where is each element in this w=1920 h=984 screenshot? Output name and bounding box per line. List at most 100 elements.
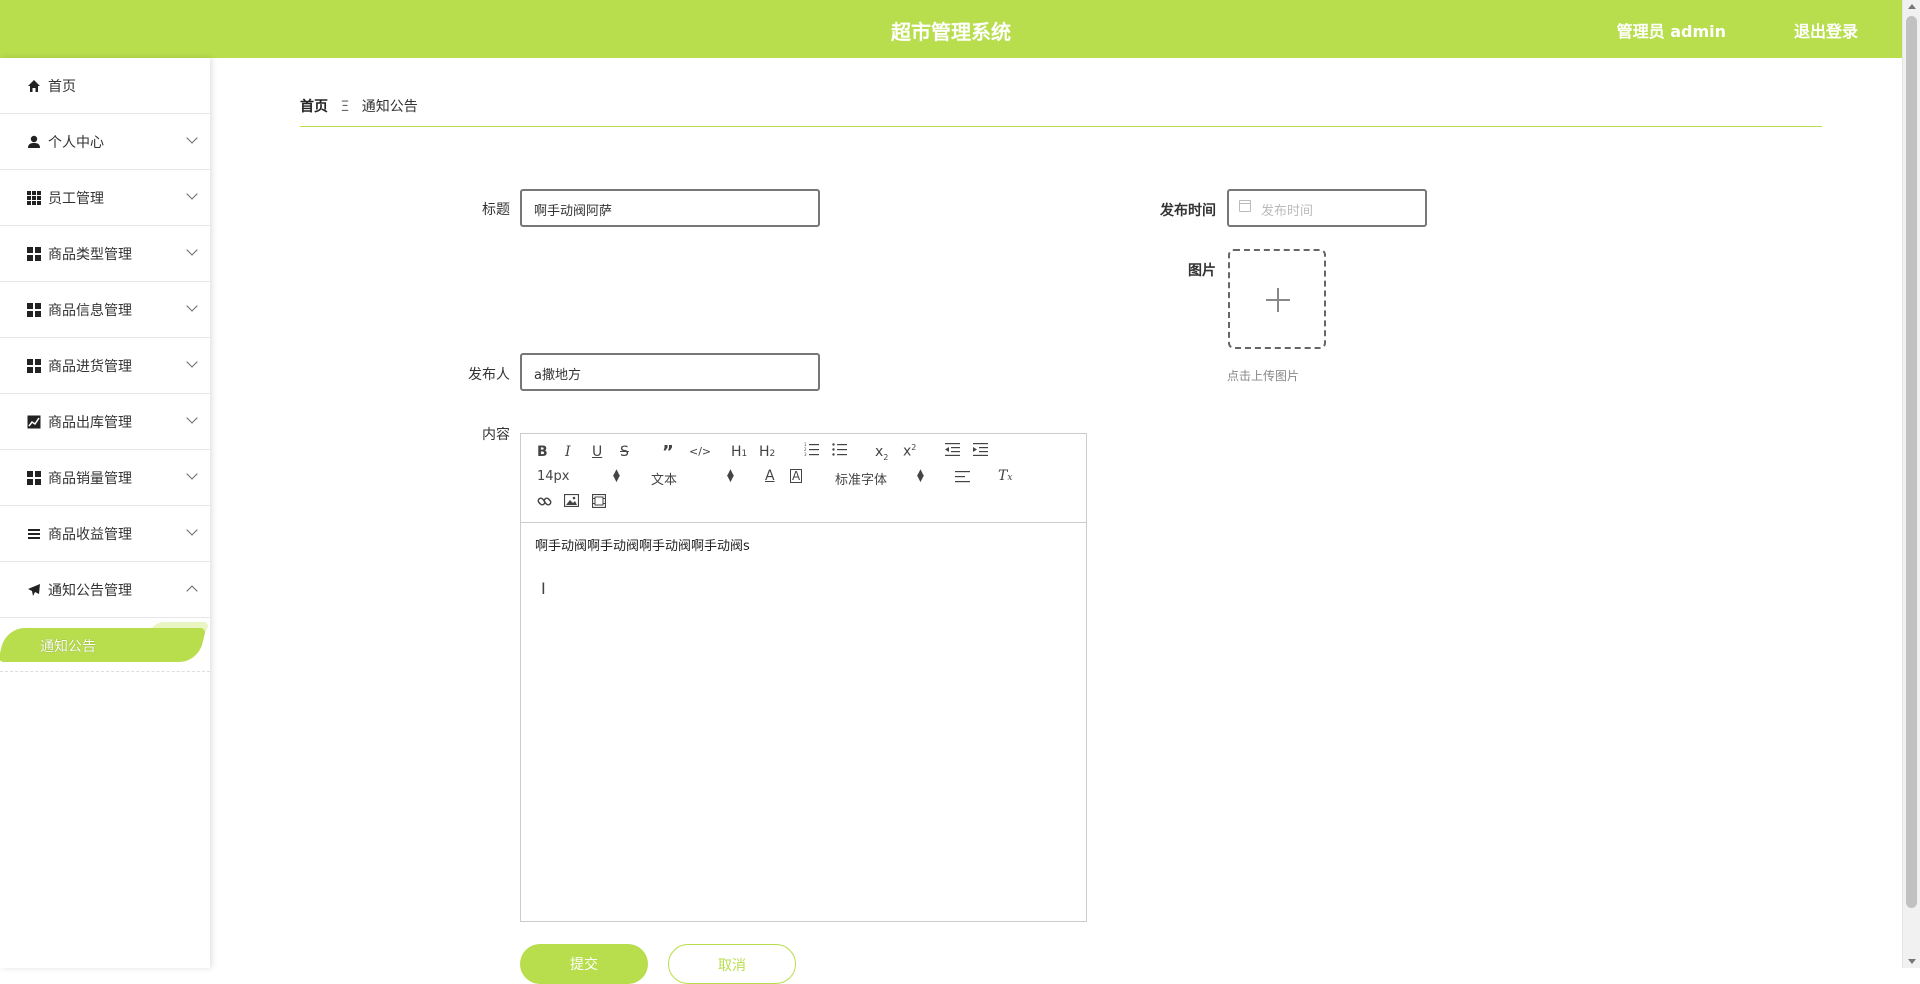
select-arrows-icon: ▲ ▼: [613, 468, 620, 484]
chevron-down-icon: [186, 188, 198, 200]
list-icon: [26, 526, 42, 542]
title-label: 标题: [482, 202, 510, 218]
select-arrows-icon: ▲ ▼: [917, 468, 924, 484]
video-icon[interactable]: [591, 493, 607, 512]
scrollbar-thumb[interactable]: [1906, 16, 1917, 908]
grid4-icon: [26, 302, 42, 318]
background-color-button[interactable]: A: [790, 469, 803, 483]
rich-text-editor: B I U S ” </> H1 H2 123 x2 x2 14px ▲ ▼ 文本…: [520, 433, 1087, 922]
format-select[interactable]: 文本: [651, 469, 677, 488]
sidebar-item-label: 员工管理: [48, 190, 104, 207]
sidebar-item-label: 商品出库管理: [48, 414, 132, 431]
publish-time-input[interactable]: 发布时间: [1227, 189, 1427, 227]
image-upload-box[interactable]: [1228, 249, 1326, 349]
sidebar-item-label: 商品类型管理: [48, 246, 132, 263]
image-icon[interactable]: [563, 493, 580, 511]
subscript-button[interactable]: x2: [875, 444, 888, 462]
top-header: 超市管理系统 管理员 admin 退出登录: [0, 0, 1902, 58]
chart-icon: [26, 414, 42, 430]
scroll-down-icon[interactable]: [1908, 959, 1916, 964]
outdent-icon[interactable]: [945, 443, 960, 460]
grid9-icon: [26, 190, 42, 206]
text-cursor-icon: I: [541, 579, 546, 598]
grid4-icon: [26, 470, 42, 486]
sidebar-item-employees[interactable]: 员工管理: [0, 170, 210, 226]
sidebar: 首页 个人中心 员工管理 商品类型管理 商品信息管理 商品进货管理 商品出库管理: [0, 58, 212, 968]
chevron-up-icon: [186, 585, 198, 597]
sidebar-item-notice-management[interactable]: 通知公告管理: [0, 562, 210, 618]
svg-text:3: 3: [804, 452, 807, 456]
chevron-down-icon: [186, 300, 198, 312]
logout-link[interactable]: 退出登录: [1794, 18, 1858, 42]
bold-button[interactable]: B: [537, 444, 548, 460]
sidebar-item-revenue[interactable]: 商品收益管理: [0, 506, 210, 562]
sidebar-item-label: 商品收益管理: [48, 526, 132, 543]
sidebar-item-label: 个人中心: [48, 134, 104, 151]
sidebar-item-home[interactable]: 首页: [0, 58, 210, 114]
sidebar-item-label: 首页: [48, 78, 76, 95]
breadcrumb-current: 通知公告: [361, 99, 418, 115]
grid4-icon: [26, 246, 42, 262]
home-icon: [26, 78, 42, 94]
font-size-select[interactable]: 14px: [537, 469, 570, 484]
editor-toolbar: B I U S ” </> H1 H2 123 x2 x2 14px ▲ ▼ 文本…: [521, 434, 1086, 523]
blockquote-button[interactable]: ”: [662, 442, 674, 463]
publish-time-placeholder: 发布时间: [1261, 204, 1314, 219]
underline-button[interactable]: U: [592, 444, 602, 460]
sidebar-item-label: 商品销量管理: [48, 470, 132, 487]
ordered-list-icon[interactable]: 123: [804, 442, 819, 460]
publish-time-label: 发布时间: [1160, 203, 1216, 219]
sidebar-item-label: 商品进货管理: [48, 358, 132, 375]
superscript-button[interactable]: x2: [903, 443, 916, 460]
image-label: 图片: [1188, 263, 1216, 279]
admin-user-label: 管理员 admin: [1616, 22, 1726, 41]
sidebar-item-label: 通知公告管理: [48, 582, 132, 599]
sidebar-item-label: 商品信息管理: [48, 302, 132, 319]
breadcrumb-home[interactable]: 首页: [300, 99, 328, 115]
page-scrollbar[interactable]: [1902, 0, 1920, 968]
align-icon[interactable]: [955, 470, 970, 487]
strike-button[interactable]: S: [620, 444, 629, 460]
sidebar-item-personal-center[interactable]: 个人中心: [0, 114, 210, 170]
h1-button[interactable]: H1: [731, 444, 747, 460]
submit-button[interactable]: 提交: [520, 944, 648, 984]
sidebar-subitem-label: 通知公告: [40, 639, 96, 655]
sidebar-item-sales[interactable]: 商品销量管理: [0, 450, 210, 506]
publisher-input[interactable]: a撒地方: [520, 353, 820, 391]
chevron-down-icon: [186, 468, 198, 480]
sidebar-subitem-notice[interactable]: 通知公告: [0, 618, 212, 672]
italic-button[interactable]: I: [565, 444, 571, 460]
grid4-icon: [26, 358, 42, 374]
chevron-down-icon: [186, 356, 198, 368]
indent-icon[interactable]: [973, 443, 988, 460]
content-label: 内容: [482, 427, 510, 443]
h2-button[interactable]: H2: [759, 444, 775, 460]
sidebar-item-purchasing[interactable]: 商品进货管理: [0, 338, 210, 394]
chevron-down-icon: [186, 132, 198, 144]
breadcrumb: 首页 Ξ 通知公告: [300, 96, 418, 116]
send-icon: [26, 582, 42, 598]
chevron-down-icon: [186, 524, 198, 536]
sidebar-item-product-types[interactable]: 商品类型管理: [0, 226, 210, 282]
clear-format-button[interactable]: Tx: [998, 468, 1012, 484]
sidebar-item-outbound[interactable]: 商品出库管理: [0, 394, 210, 450]
sidebar-item-product-info[interactable]: 商品信息管理: [0, 282, 210, 338]
cancel-button[interactable]: 取消: [668, 944, 796, 984]
chevron-down-icon: [186, 244, 198, 256]
scroll-up-icon[interactable]: [1908, 4, 1916, 9]
bullet-list-icon[interactable]: [832, 442, 847, 460]
code-block-button[interactable]: </>: [689, 445, 711, 458]
font-color-button[interactable]: A: [765, 468, 775, 484]
chevron-down-icon: [186, 412, 198, 424]
editor-content[interactable]: 啊手动阀啊手动阀啊手动阀啊手动阀s: [521, 523, 1086, 566]
divider: [300, 126, 1822, 127]
font-family-select[interactable]: 标准字体: [835, 469, 887, 488]
upload-tip: 点击上传图片: [1227, 369, 1300, 383]
select-arrows-icon: ▲ ▼: [727, 468, 734, 484]
calendar-icon: [1239, 200, 1251, 212]
title-input[interactable]: 啊手动阀阿萨: [520, 189, 820, 227]
user-icon: [26, 134, 42, 150]
publisher-label: 发布人: [468, 367, 510, 383]
link-icon[interactable]: [537, 494, 552, 513]
breadcrumb-separator: Ξ: [340, 99, 350, 115]
